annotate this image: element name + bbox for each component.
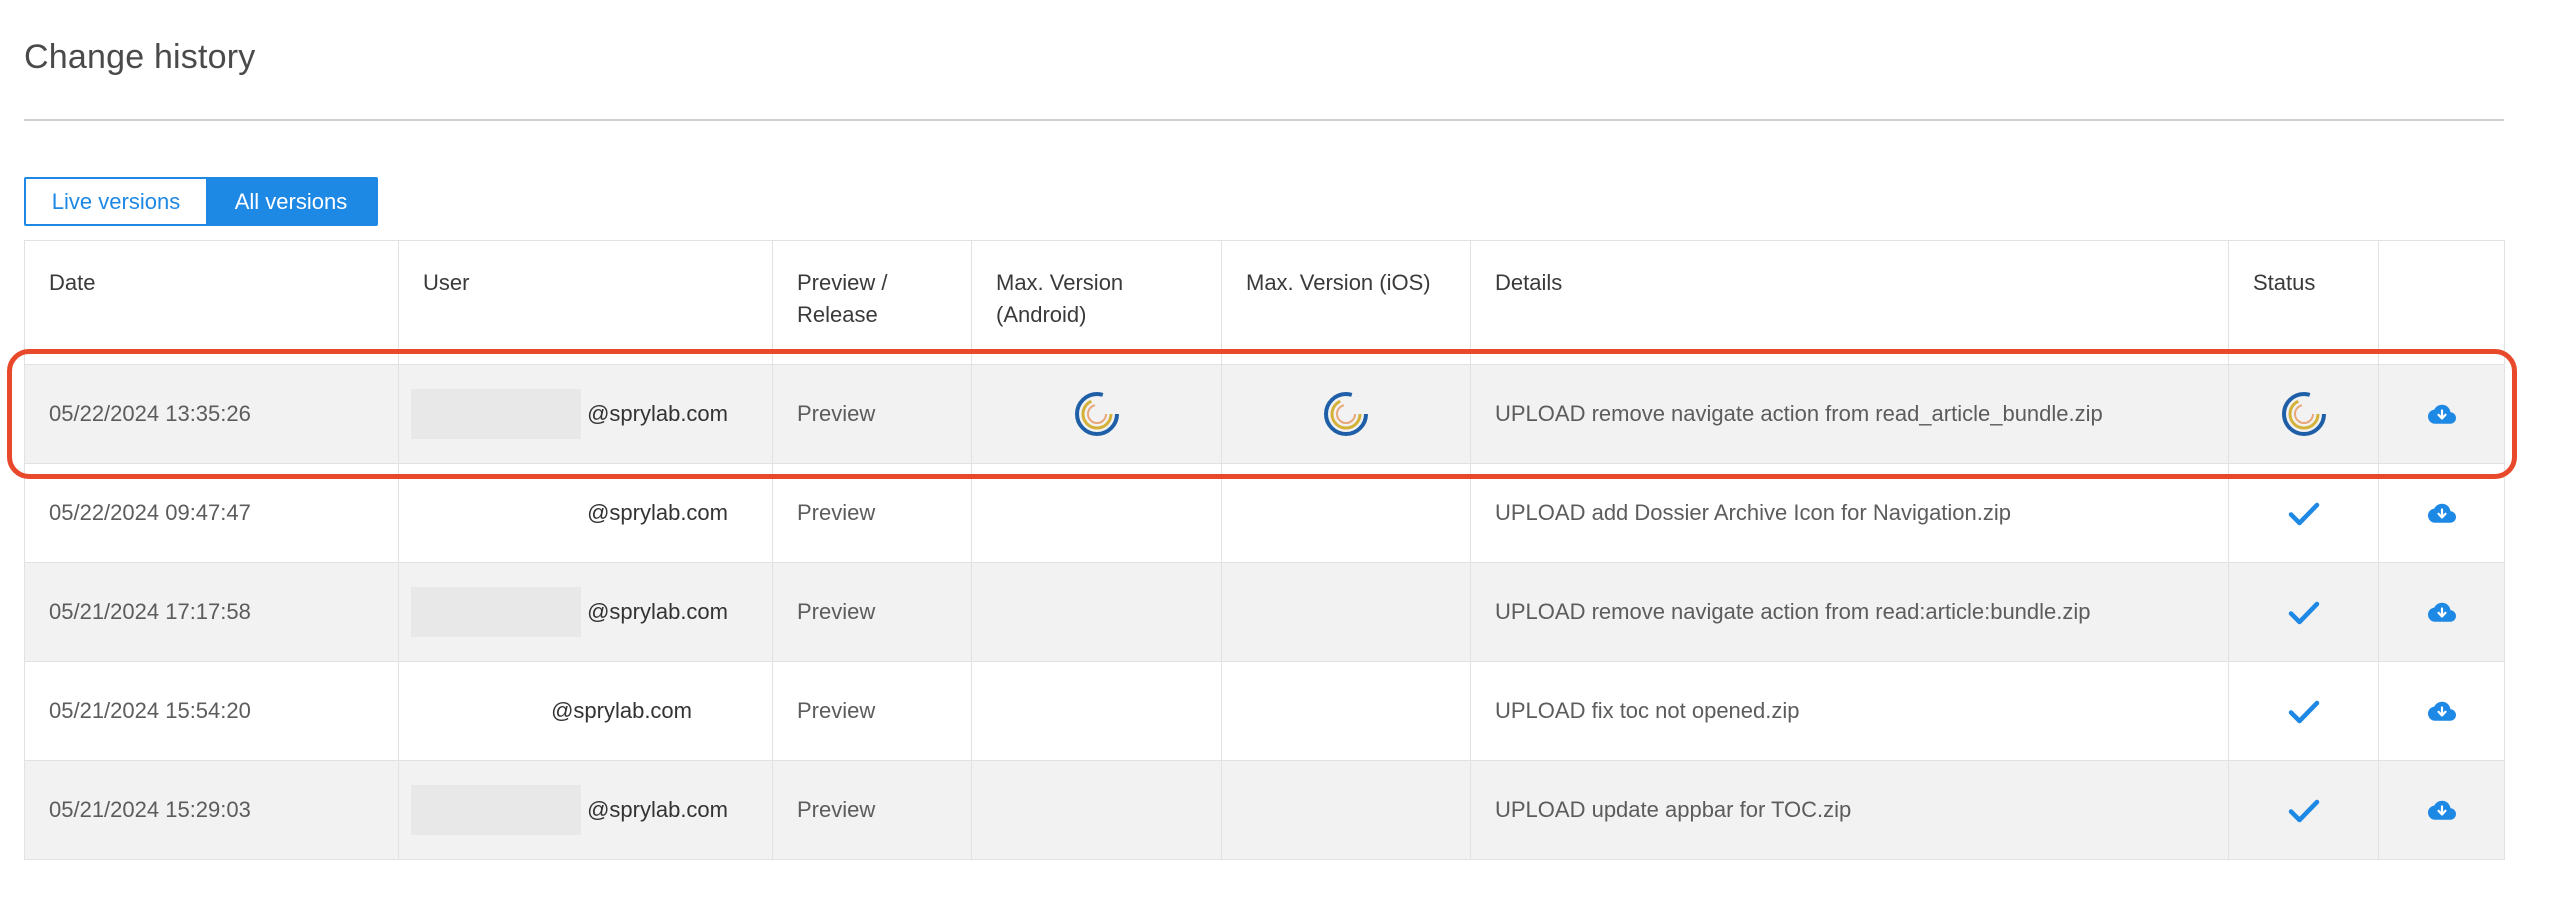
cell-date: 05/21/2024 17:17:58 xyxy=(24,562,399,662)
title-divider xyxy=(24,119,2504,121)
cell-ios-version xyxy=(1221,562,1471,662)
redacted-username xyxy=(411,389,581,439)
header-date[interactable]: Date xyxy=(24,240,399,365)
cell-date: 05/22/2024 13:35:26 xyxy=(24,364,399,464)
header-user[interactable]: User xyxy=(398,240,773,365)
version-toggle: Live versions All versions xyxy=(24,177,378,226)
cloud-download-icon[interactable] xyxy=(2427,602,2456,624)
cell-details: UPLOAD remove navigate action from read_… xyxy=(1470,364,2229,464)
cell-details: UPLOAD update appbar for TOC.zip xyxy=(1470,760,2229,860)
table-row[interactable]: 05/21/2024 15:29:03 @sprylab.com Preview… xyxy=(24,760,2505,860)
cell-status xyxy=(2228,364,2379,464)
cell-details: UPLOAD remove navigate action from read:… xyxy=(1470,562,2229,662)
change-history-table: Date User Preview / Release Max. Version… xyxy=(24,240,2505,860)
table-header-row: Date User Preview / Release Max. Version… xyxy=(24,240,2505,365)
cell-ios-version xyxy=(1221,364,1471,464)
cell-type: Preview xyxy=(772,364,972,464)
cell-android-version xyxy=(971,661,1222,761)
cell-download xyxy=(2378,463,2505,563)
cloud-download-icon[interactable] xyxy=(2427,503,2456,525)
cell-user: @sprylab.com xyxy=(398,364,773,464)
cell-download xyxy=(2378,562,2505,662)
cell-date: 05/21/2024 15:29:03 xyxy=(24,760,399,860)
table-row[interactable]: 05/21/2024 17:17:58 @sprylab.com Preview… xyxy=(24,562,2505,662)
loading-icon xyxy=(2281,392,2326,436)
header-max-version-ios[interactable]: Max. Version (iOS) xyxy=(1221,240,1471,365)
redacted-username xyxy=(411,587,581,637)
cell-date: 05/22/2024 09:47:47 xyxy=(24,463,399,563)
table-row[interactable]: 05/21/2024 15:54:20 @sprylab.com Preview… xyxy=(24,661,2505,761)
cell-status xyxy=(2228,661,2379,761)
redacted-username xyxy=(411,785,581,835)
cloud-download-icon[interactable] xyxy=(2427,404,2456,426)
all-versions-button[interactable]: All versions xyxy=(206,179,376,224)
check-icon xyxy=(2288,700,2319,723)
cell-download xyxy=(2378,760,2505,860)
table-row[interactable]: 05/22/2024 13:35:26 @sprylab.com Preview xyxy=(24,364,2505,464)
cell-user: @sprylab.com xyxy=(398,463,773,563)
live-versions-button[interactable]: Live versions xyxy=(26,179,206,224)
cell-date: 05/21/2024 15:54:20 xyxy=(24,661,399,761)
cell-type: Preview xyxy=(772,760,972,860)
header-preview-release[interactable]: Preview / Release xyxy=(772,240,972,365)
header-max-version-android[interactable]: Max. Version (Android) xyxy=(971,240,1222,365)
cell-ios-version xyxy=(1221,760,1471,860)
cell-user: @sprylab.com xyxy=(398,661,773,761)
page-title: Change history xyxy=(24,38,256,76)
check-icon xyxy=(2288,601,2319,624)
header-status[interactable]: Status xyxy=(2228,240,2379,365)
cell-status xyxy=(2228,463,2379,563)
cell-type: Preview xyxy=(772,463,972,563)
cloud-download-icon[interactable] xyxy=(2427,800,2456,822)
cell-user: @sprylab.com xyxy=(398,760,773,860)
header-actions xyxy=(2378,240,2505,365)
cell-download xyxy=(2378,661,2505,761)
cell-android-version xyxy=(971,562,1222,662)
cell-status xyxy=(2228,562,2379,662)
cell-status xyxy=(2228,760,2379,860)
cell-download xyxy=(2378,364,2505,464)
cell-ios-version xyxy=(1221,463,1471,563)
cell-android-version xyxy=(971,760,1222,860)
cell-type: Preview xyxy=(772,661,972,761)
cell-android-version xyxy=(971,463,1222,563)
cloud-download-icon[interactable] xyxy=(2427,701,2456,723)
header-details[interactable]: Details xyxy=(1470,240,2229,365)
cell-user: @sprylab.com xyxy=(398,562,773,662)
check-icon xyxy=(2288,502,2319,525)
loading-icon xyxy=(1324,392,1368,436)
check-icon xyxy=(2288,799,2319,822)
cell-details: UPLOAD add Dossier Archive Icon for Navi… xyxy=(1470,463,2229,563)
cell-type: Preview xyxy=(772,562,972,662)
loading-icon xyxy=(1074,392,1119,436)
cell-android-version xyxy=(971,364,1222,464)
cell-ios-version xyxy=(1221,661,1471,761)
cell-details: UPLOAD fix toc not opened.zip xyxy=(1470,661,2229,761)
table-row[interactable]: 05/22/2024 09:47:47 @sprylab.com Preview… xyxy=(24,463,2505,563)
